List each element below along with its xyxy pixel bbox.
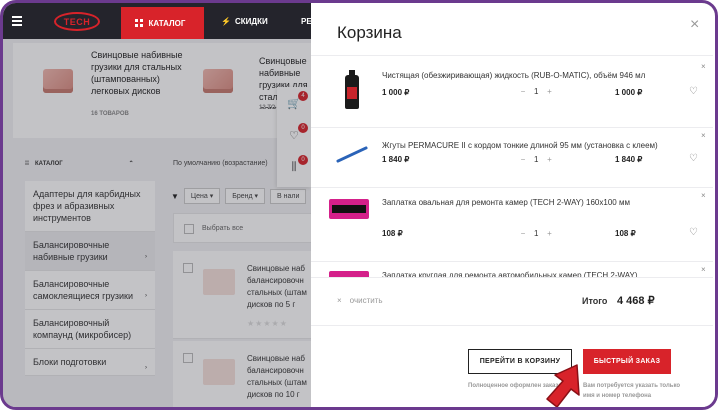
- cart-item-total: 1 000 ₽: [615, 88, 643, 97]
- app-frame: TECH КАТАЛОГ ⚡ СКИДКИ РЕ Свинцовые набив…: [0, 0, 718, 410]
- remove-icon[interactable]: ×: [701, 131, 706, 140]
- clear-cart-button[interactable]: × очистить: [337, 296, 383, 305]
- heart-icon[interactable]: ♡: [689, 86, 698, 97]
- total-value: 4 468 ₽: [617, 295, 655, 307]
- menu-icon[interactable]: [12, 16, 22, 26]
- cart-item-name[interactable]: Жгуты PERMACURE II с кордом тонкие длино…: [382, 139, 682, 152]
- lightning-icon: ⚡: [221, 17, 231, 26]
- cart-item-total: 1 840 ₽: [615, 155, 643, 164]
- pointer-arrow-icon: [546, 364, 580, 407]
- product-image[interactable]: [325, 137, 369, 164]
- increment-button[interactable]: +: [545, 87, 553, 96]
- nav-sales-label: СКИДКИ: [234, 17, 268, 26]
- logo[interactable]: TECH: [54, 12, 100, 31]
- cart-drawer: Корзина × Чистящая (обезжиривающая) жидк…: [311, 3, 715, 407]
- nav-catalog[interactable]: КАТАЛОГ: [121, 7, 204, 39]
- cart-item-name[interactable]: Заплатка круглая для ремонта автомобильн…: [382, 269, 682, 277]
- quantity-stepper: − 1 +: [519, 87, 553, 96]
- remove-icon[interactable]: ×: [701, 62, 706, 71]
- clear-cart-label: очистить: [349, 296, 383, 305]
- heart-icon[interactable]: ♡: [689, 153, 698, 164]
- product-image[interactable]: [325, 70, 359, 109]
- quantity-stepper: − 1 +: [519, 155, 553, 164]
- quantity-value[interactable]: 1: [534, 229, 538, 238]
- remove-icon[interactable]: ×: [701, 265, 706, 274]
- decrement-button[interactable]: −: [519, 229, 527, 238]
- increment-button[interactable]: +: [545, 155, 553, 164]
- cart-item-price: 1 840 ₽: [382, 155, 410, 164]
- grid-icon: [135, 19, 143, 27]
- cart-item: Заплатка овальная для ремонта камер (TEC…: [311, 187, 713, 261]
- cart-item-price: 108 ₽: [382, 229, 403, 238]
- cart-item: Заплатка круглая для ремонта автомобильн…: [311, 261, 713, 277]
- cart-item-name[interactable]: Чистящая (обезжиривающая) жидкость (RUB-…: [382, 69, 682, 82]
- nav-sales[interactable]: ⚡ СКИДКИ: [221, 17, 268, 26]
- quantity-value[interactable]: 1: [534, 155, 538, 164]
- heart-icon[interactable]: ♡: [689, 227, 698, 238]
- cart-item-name[interactable]: Заплатка овальная для ремонта камер (TEC…: [382, 196, 682, 209]
- divider: [311, 277, 713, 278]
- product-image[interactable]: [325, 199, 369, 219]
- quantity-stepper: − 1 +: [519, 229, 553, 238]
- divider: [311, 325, 713, 326]
- close-icon: ×: [337, 296, 342, 305]
- quantity-value[interactable]: 1: [534, 87, 538, 96]
- remove-icon[interactable]: ×: [701, 191, 706, 200]
- total-label: Итого: [582, 296, 608, 306]
- cart-item: Чистящая (обезжиривающая) жидкость (RUB-…: [311, 55, 713, 127]
- cart-items: Чистящая (обезжиривающая) жидкость (RUB-…: [311, 55, 713, 277]
- cart-title: Корзина: [337, 23, 402, 42]
- cart-item-price: 1 000 ₽: [382, 88, 410, 97]
- cart-item: Жгуты PERMACURE II с кордом тонкие длино…: [311, 127, 713, 187]
- nav-catalog-label: КАТАЛОГ: [148, 18, 186, 28]
- modal-overlay[interactable]: [3, 39, 311, 407]
- decrement-button[interactable]: −: [519, 155, 527, 164]
- close-icon[interactable]: ×: [690, 16, 699, 34]
- increment-button[interactable]: +: [545, 229, 553, 238]
- cart-item-total: 108 ₽: [615, 229, 636, 238]
- decrement-button[interactable]: −: [519, 87, 527, 96]
